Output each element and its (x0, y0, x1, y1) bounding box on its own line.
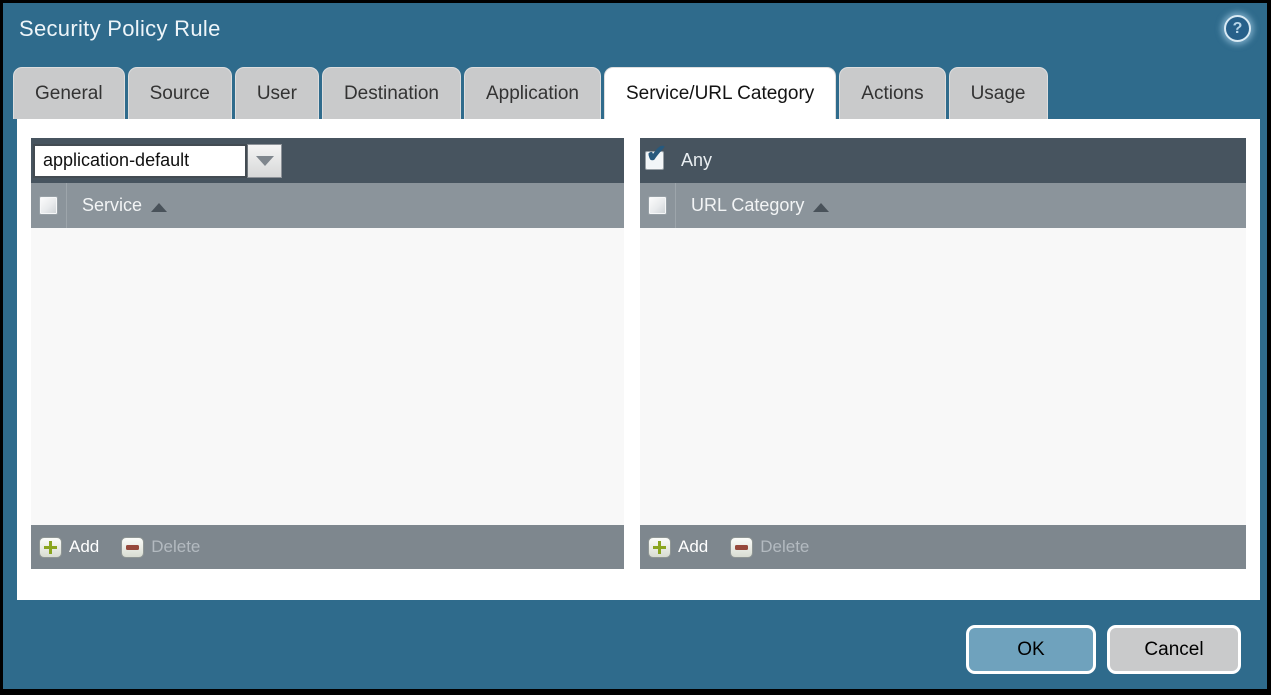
service-type-dropdown[interactable]: application-default (33, 143, 282, 178)
tab-destination[interactable]: Destination (321, 67, 461, 119)
url-category-panel: ✔ Any URL Category Add Delete (640, 138, 1246, 569)
minus-icon (735, 544, 749, 550)
add-service-label[interactable]: Add (69, 537, 99, 557)
any-label: Any (681, 150, 713, 170)
url-category-footer: Add Delete (640, 525, 1246, 569)
delete-service-button[interactable] (121, 536, 145, 558)
ok-button[interactable]: OK (966, 625, 1096, 674)
tab-user[interactable]: User (234, 67, 319, 119)
url-category-select-all-checkbox[interactable] (648, 196, 667, 215)
add-service-button[interactable] (39, 536, 62, 558)
delete-url-category-label: Delete (760, 537, 810, 556)
security-policy-rule-dialog: Security Policy Rule ? General Source Us… (3, 3, 1267, 689)
check-icon: ✔ (646, 140, 667, 168)
minus-icon (126, 544, 140, 550)
service-column-header[interactable]: Service (82, 195, 142, 216)
service-footer: Add Delete (31, 525, 624, 569)
plus-icon (44, 540, 57, 554)
url-category-table-header: URL Category (640, 183, 1246, 228)
tab-application[interactable]: Application (464, 67, 601, 119)
service-type-dropdown-button[interactable] (247, 143, 282, 178)
service-panel: application-default Service Add Delete (31, 138, 624, 569)
column-divider (675, 183, 676, 228)
tab-source[interactable]: Source (127, 67, 232, 119)
sort-ascending-icon (151, 202, 168, 212)
cancel-button[interactable]: Cancel (1107, 625, 1241, 674)
add-url-category-button[interactable] (648, 536, 671, 558)
tab-content-panel: application-default Service Add Delete ✔… (17, 119, 1260, 600)
tab-bar: General Source User Destination Applicat… (13, 67, 1048, 119)
service-list-body (31, 228, 624, 525)
chevron-down-icon (255, 155, 274, 166)
service-select-all-checkbox[interactable] (39, 196, 58, 215)
tab-usage[interactable]: Usage (948, 67, 1048, 119)
add-url-category-label[interactable]: Add (678, 537, 708, 557)
tab-actions[interactable]: Actions (839, 67, 946, 119)
service-table-header: Service (31, 183, 624, 228)
column-divider (66, 183, 67, 228)
tab-general[interactable]: General (13, 67, 125, 119)
sort-ascending-icon (813, 202, 830, 212)
service-toolbar: application-default (31, 138, 624, 183)
service-type-value[interactable]: application-default (33, 143, 247, 178)
any-checkbox[interactable]: ✔ (645, 142, 667, 170)
delete-url-category-button[interactable] (730, 536, 754, 558)
url-category-list-body (640, 228, 1246, 525)
url-category-toolbar: ✔ Any (640, 138, 1246, 183)
help-icon[interactable]: ? (1224, 15, 1251, 42)
delete-service-label: Delete (151, 537, 201, 556)
url-category-column-header[interactable]: URL Category (691, 195, 804, 216)
tab-service-url-category[interactable]: Service/URL Category (603, 67, 837, 119)
dialog-title: Security Policy Rule (19, 16, 221, 41)
plus-icon (653, 540, 666, 554)
